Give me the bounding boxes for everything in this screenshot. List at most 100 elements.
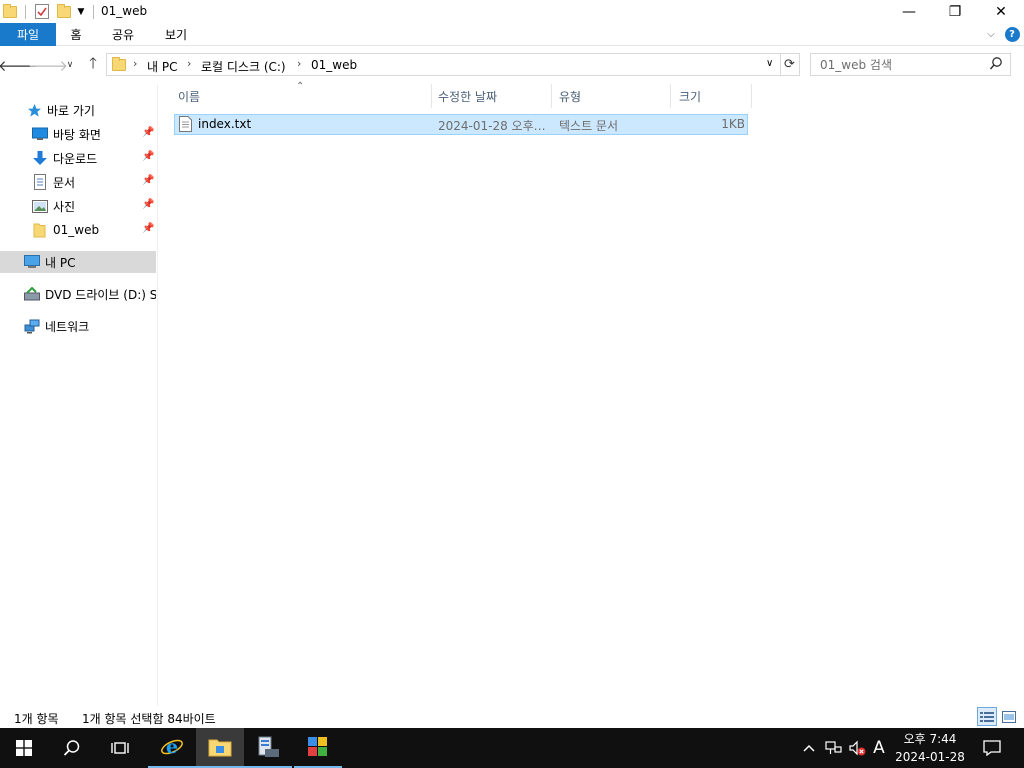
nav-item-01-web[interactable]: 01_web 📌 bbox=[0, 219, 156, 241]
search-taskbar-button[interactable] bbox=[48, 728, 96, 768]
close-button[interactable]: ✕ bbox=[978, 0, 1024, 23]
task-view-icon bbox=[111, 742, 129, 754]
search-icon bbox=[63, 740, 80, 756]
nav-quick-access[interactable]: 바로 가기 bbox=[0, 99, 156, 121]
new-folder-icon[interactable] bbox=[57, 3, 71, 20]
tab-share[interactable]: 공유 bbox=[104, 23, 142, 46]
recent-locations-button[interactable]: ∨ bbox=[62, 54, 78, 76]
help-button[interactable]: ? bbox=[1003, 23, 1021, 46]
taskbar-server-manager[interactable] bbox=[244, 728, 292, 768]
window-title: 01_web bbox=[101, 4, 148, 18]
selection-info: 1개 항목 선택함 84바이트 bbox=[82, 712, 216, 726]
taskbar-internet-explorer[interactable]: e bbox=[148, 728, 196, 768]
search-input[interactable] bbox=[811, 54, 986, 75]
nav-network[interactable]: 네트워크 bbox=[0, 315, 156, 337]
ribbon-tabs: 파일 홈 공유 보기 ⌵ ? bbox=[0, 23, 1024, 46]
search-box bbox=[810, 53, 1011, 76]
start-button[interactable] bbox=[0, 728, 48, 768]
address-history-dropdown-icon[interactable]: ∨ bbox=[766, 58, 773, 69]
item-count: 1개 항목 bbox=[14, 712, 59, 726]
refresh-button[interactable]: ⟳ bbox=[780, 53, 800, 76]
nav-label: 바탕 화면 bbox=[53, 127, 101, 142]
nav-item-documents[interactable]: 문서 📌 bbox=[0, 171, 156, 193]
details-view-button[interactable] bbox=[977, 707, 997, 726]
breadcrumb-separator-icon[interactable]: › bbox=[133, 57, 137, 70]
restore-button[interactable]: ❐ bbox=[932, 0, 978, 23]
tab-home[interactable]: 홈 bbox=[62, 23, 90, 46]
computer-icon bbox=[24, 254, 40, 270]
nav-item-pictures[interactable]: 사진 📌 bbox=[0, 195, 156, 217]
nav-this-pc[interactable]: 내 PC bbox=[0, 251, 156, 273]
clock-date: 2024-01-28 bbox=[895, 750, 965, 764]
expand-ribbon-icon[interactable]: ⌵ bbox=[982, 23, 1000, 46]
nav-label: DVD 드라이브 (D:) S bbox=[45, 287, 156, 302]
clock-time: 오후 7:44 bbox=[903, 732, 957, 746]
pin-icon[interactable]: 📌 bbox=[142, 223, 154, 234]
file-name: index.txt bbox=[198, 117, 252, 131]
title-bar: ▼ 01_web — ❐ ✕ bbox=[0, 0, 1024, 23]
column-header-name[interactable]: 이름 bbox=[170, 84, 432, 108]
tab-file[interactable]: 파일 bbox=[0, 23, 56, 46]
application-icon bbox=[308, 737, 327, 756]
dvd-drive-icon bbox=[24, 286, 40, 302]
customize-quick-access-icon[interactable]: ▼ bbox=[76, 3, 86, 20]
breadcrumb-separator-icon[interactable]: › bbox=[297, 57, 301, 70]
up-button[interactable]: 🡑 bbox=[82, 54, 104, 76]
windows-logo-icon bbox=[16, 740, 32, 756]
task-view-button[interactable] bbox=[96, 728, 144, 768]
taskbar: e A 오후 7:44 2024-01-28 bbox=[0, 728, 1024, 768]
breadcrumb-separator-icon[interactable]: › bbox=[187, 57, 191, 70]
column-headers: ⌃ 이름 수정한 날짜 유형 크기 bbox=[170, 81, 752, 108]
nav-label: 네트워크 bbox=[45, 319, 90, 334]
forward-button[interactable]: 🡒 bbox=[28, 54, 68, 76]
download-icon bbox=[32, 150, 48, 166]
status-bar: 1개 항목 1개 항목 선택함 84바이트 bbox=[0, 706, 1024, 728]
pin-icon[interactable]: 📌 bbox=[142, 175, 154, 186]
properties-icon[interactable] bbox=[33, 3, 50, 20]
network-tray-icon[interactable] bbox=[822, 728, 844, 768]
breadcrumb-this-pc[interactable]: 내 PC bbox=[147, 58, 177, 75]
address-bar[interactable]: › 내 PC › 로컬 디스크 (C:) › 01_web ∨ bbox=[106, 53, 781, 76]
taskbar-app[interactable] bbox=[294, 728, 342, 768]
internet-explorer-icon: e bbox=[161, 736, 183, 758]
details-view-icon bbox=[980, 711, 994, 722]
nav-item-desktop[interactable]: 바탕 화면 📌 bbox=[0, 123, 156, 145]
folder-icon bbox=[112, 57, 126, 71]
nav-label: 문서 bbox=[53, 175, 76, 190]
pictures-icon bbox=[32, 198, 48, 214]
column-header-modified[interactable]: 수정한 날짜 bbox=[430, 84, 552, 108]
volume-muted-icon[interactable] bbox=[846, 728, 868, 768]
nav-item-downloads[interactable]: 다운로드 📌 bbox=[0, 147, 156, 169]
file-size: 1KB bbox=[721, 117, 745, 131]
nav-label: 01_web bbox=[53, 223, 100, 237]
nav-label: 바로 가기 bbox=[47, 103, 95, 118]
folder-icon bbox=[3, 3, 17, 20]
pin-icon[interactable]: 📌 bbox=[142, 127, 154, 138]
pin-icon[interactable]: 📌 bbox=[142, 151, 154, 162]
nav-label: 다운로드 bbox=[53, 151, 98, 166]
tab-view[interactable]: 보기 bbox=[157, 23, 195, 46]
documents-icon bbox=[32, 174, 48, 190]
file-row[interactable]: index.txt 2024-01-28 오후… 텍스트 문서 1KB bbox=[174, 114, 748, 135]
large-icons-view-button[interactable] bbox=[999, 707, 1019, 726]
breadcrumb-local-disk[interactable]: 로컬 디스크 (C:) bbox=[201, 58, 286, 75]
star-icon bbox=[26, 102, 42, 118]
breadcrumb-current-folder[interactable]: 01_web bbox=[311, 58, 357, 72]
svg-text:e: e bbox=[166, 736, 178, 758]
column-header-size[interactable]: 크기 bbox=[671, 84, 752, 108]
pin-icon[interactable]: 📌 bbox=[142, 199, 154, 210]
column-header-type[interactable]: 유형 bbox=[551, 84, 671, 108]
minimize-button[interactable]: — bbox=[886, 0, 932, 23]
notifications-button[interactable] bbox=[978, 728, 1006, 768]
nav-dvd-drive[interactable]: DVD 드라이브 (D:) S bbox=[0, 283, 156, 305]
show-hidden-icons-button[interactable] bbox=[800, 728, 818, 768]
desktop-icon bbox=[32, 126, 48, 142]
system-clock[interactable]: 오후 7:44 2024-01-28 bbox=[890, 730, 970, 766]
back-button[interactable]: 🡐 bbox=[0, 54, 38, 76]
taskbar-file-explorer[interactable] bbox=[196, 728, 244, 768]
toolbar-separator bbox=[24, 3, 26, 20]
input-method-indicator[interactable]: A bbox=[869, 728, 889, 768]
search-icon[interactable] bbox=[989, 56, 1003, 75]
folder-icon bbox=[32, 222, 48, 238]
help-icon: ? bbox=[1004, 27, 1020, 42]
